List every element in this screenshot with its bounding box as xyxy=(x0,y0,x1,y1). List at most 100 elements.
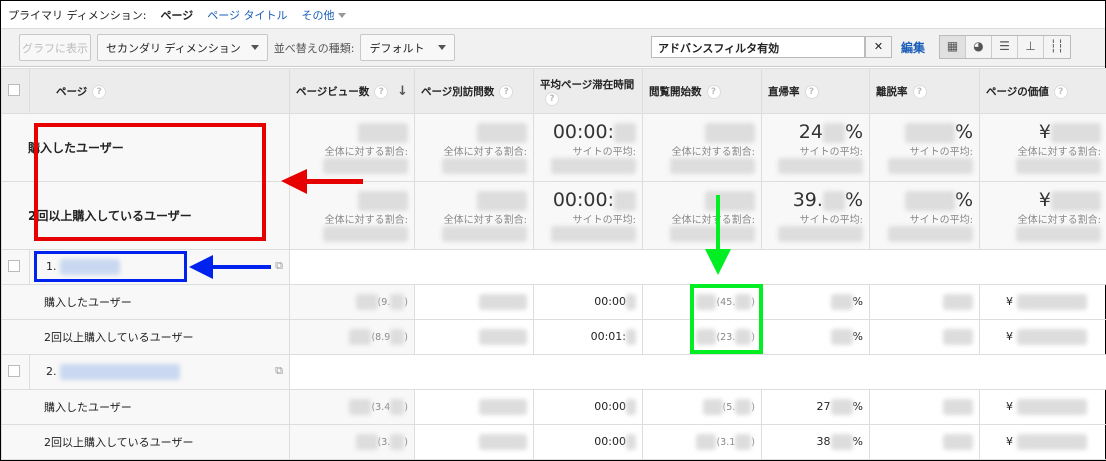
redacted-value xyxy=(1016,434,1087,450)
view-switcher: ▦ ◕ ☰ ⊥ ┆┆ xyxy=(939,35,1071,59)
column-header-2[interactable]: ページ別訪問数? xyxy=(414,68,534,114)
redacted-value xyxy=(830,294,853,310)
summary-row: 購入したユーザー 全体に対する割合: 全体に対する割合: 00:00: サイトの平均: 全… xyxy=(1,113,1106,182)
redacted-value xyxy=(735,294,752,310)
open-external-icon[interactable]: ⧉ xyxy=(275,259,283,273)
sort-type-dropdown[interactable]: デフォルト xyxy=(360,34,456,61)
percent-of-total: (9. xyxy=(377,297,391,308)
page-value-cell: ¥ xyxy=(979,389,1106,425)
summary-sublabel: サイトの平均: xyxy=(799,147,863,158)
summary-cell: 39.% サイトの平均: xyxy=(761,181,870,250)
help-icon[interactable]: ? xyxy=(804,84,819,99)
advanced-filter-input[interactable]: アドバンスフィルタ有効 xyxy=(651,36,865,58)
table-row: 2. ⧉ xyxy=(1,354,1106,390)
summary-sublabel: 全体に対する割合: xyxy=(1017,147,1101,158)
column-header-6[interactable]: 離脱率? xyxy=(869,68,980,114)
column-header-label: ページ別訪問数 xyxy=(421,85,495,98)
pageviews-cell: (3.) xyxy=(289,424,415,460)
secondary-dimension-dropdown[interactable]: セカンダリ ディメンション xyxy=(97,34,268,61)
page-value-cell: ¥ xyxy=(979,424,1106,460)
redacted-value xyxy=(670,226,755,242)
pie-icon[interactable]: ◕ xyxy=(966,36,992,58)
redacted-value xyxy=(1051,122,1101,143)
summary-sublabel: サイトの平均: xyxy=(572,147,636,158)
redacted-value xyxy=(943,434,973,450)
avg-time-cell: 00:01: xyxy=(533,319,643,355)
summary-sublabel: 全体に対する割合: xyxy=(324,215,408,226)
redacted-value xyxy=(778,226,863,242)
help-icon[interactable]: ? xyxy=(92,84,107,99)
redacted-value xyxy=(358,122,408,143)
help-icon[interactable]: ? xyxy=(1053,84,1068,99)
redacted-value xyxy=(349,399,372,415)
redacted-value xyxy=(479,294,527,310)
bounce-rate-value: 38 xyxy=(816,435,831,448)
page-link[interactable] xyxy=(60,259,120,275)
redacted-value xyxy=(390,329,405,345)
column-header-3[interactable]: 平均ページ滞在時間? xyxy=(533,68,643,114)
redacted-value xyxy=(626,329,636,345)
toolbar: グラフに表示 セカンダリ ディメンション 並べ替えの種類: デフォルト アドバン… xyxy=(1,29,1105,67)
column-header-label: ページ xyxy=(56,85,88,98)
select-all-checkbox-cell xyxy=(1,68,30,114)
unique-pageviews-cell xyxy=(414,424,534,460)
redacted-value xyxy=(830,399,853,415)
primary-dimension-bar: プライマリ ディメンション: ページ ページ タイトル その他 xyxy=(1,1,1105,29)
help-icon[interactable]: ? xyxy=(706,84,721,99)
row-index: 2. xyxy=(46,365,57,378)
help-icon[interactable]: ? xyxy=(499,84,514,99)
exit-rate-cell xyxy=(869,284,980,320)
help-icon[interactable]: ? xyxy=(545,91,559,106)
summary-value: 39. xyxy=(792,189,823,211)
exit-rate-cell xyxy=(869,424,980,460)
redacted-value xyxy=(626,399,636,415)
plot-rows-button[interactable]: グラフに表示 xyxy=(19,34,91,61)
grid-icon[interactable]: ▦ xyxy=(940,36,966,58)
page-link[interactable] xyxy=(60,364,180,380)
percent-of-total: (5. xyxy=(722,402,736,413)
redacted-value xyxy=(705,190,755,211)
summary-sublabel: 全体に対する割合: xyxy=(671,215,755,226)
select-all-checkbox[interactable] xyxy=(8,83,20,96)
summary-cell: % サイトの平均: xyxy=(869,181,980,250)
help-icon[interactable]: ? xyxy=(374,84,389,99)
redacted-value xyxy=(830,329,853,345)
edit-filter-link[interactable]: 編集 xyxy=(901,39,925,56)
pivot-icon[interactable]: ┆┆ xyxy=(1044,36,1070,58)
row-checkbox[interactable] xyxy=(8,259,20,272)
pageviews-cell: (9.) xyxy=(289,284,415,320)
exit-rate-cell xyxy=(869,319,980,355)
unique-pageviews-cell xyxy=(414,284,534,320)
column-header-4[interactable]: 閲覧開始数? xyxy=(642,68,762,114)
redacted-value xyxy=(696,329,717,345)
sort-desc-icon[interactable]: ↓ xyxy=(397,84,408,99)
dimension-page[interactable]: ページ xyxy=(160,7,193,23)
data-table: ページ? ページビュー数? ↓ ページ別訪問数? 平均ページ滞在時間? 閲覧開始数? 直帰率… xyxy=(1,68,1106,460)
sort-type-label: 並べ替えの種類: xyxy=(273,41,355,55)
row-checkbox[interactable] xyxy=(8,364,20,377)
redacted-value xyxy=(479,399,527,415)
redacted-value xyxy=(323,226,408,242)
bar-icon[interactable]: ☰ xyxy=(992,36,1018,58)
open-external-icon[interactable]: ⧉ xyxy=(275,364,283,378)
column-header-1[interactable]: ページビュー数? ↓ xyxy=(289,68,415,114)
column-header-7[interactable]: ページの価値? xyxy=(979,68,1106,114)
column-header-0[interactable]: ページ? xyxy=(29,68,290,114)
chevron-down-icon xyxy=(250,45,259,50)
currency-symbol: ¥ xyxy=(1006,295,1013,308)
redacted-value xyxy=(904,122,955,143)
redacted-value xyxy=(358,190,408,211)
summary-sublabel: 全体に対する割合: xyxy=(443,215,527,226)
compare-icon[interactable]: ⊥ xyxy=(1018,36,1044,58)
dimension-page-title[interactable]: ページ タイトル xyxy=(207,7,287,23)
percent-sign: % xyxy=(844,121,863,143)
dimension-other[interactable]: その他 xyxy=(302,7,346,23)
help-icon[interactable]: ? xyxy=(912,84,927,99)
row-index: 1. xyxy=(46,260,57,273)
percent-of-total: (23. xyxy=(716,332,736,343)
column-header-label: 閲覧開始数 xyxy=(649,85,702,98)
redacted-value xyxy=(696,294,717,310)
column-header-5[interactable]: 直帰率? xyxy=(761,68,870,114)
currency-symbol: ¥ xyxy=(1006,330,1013,343)
clear-filter-button[interactable]: ✕ xyxy=(865,36,892,58)
